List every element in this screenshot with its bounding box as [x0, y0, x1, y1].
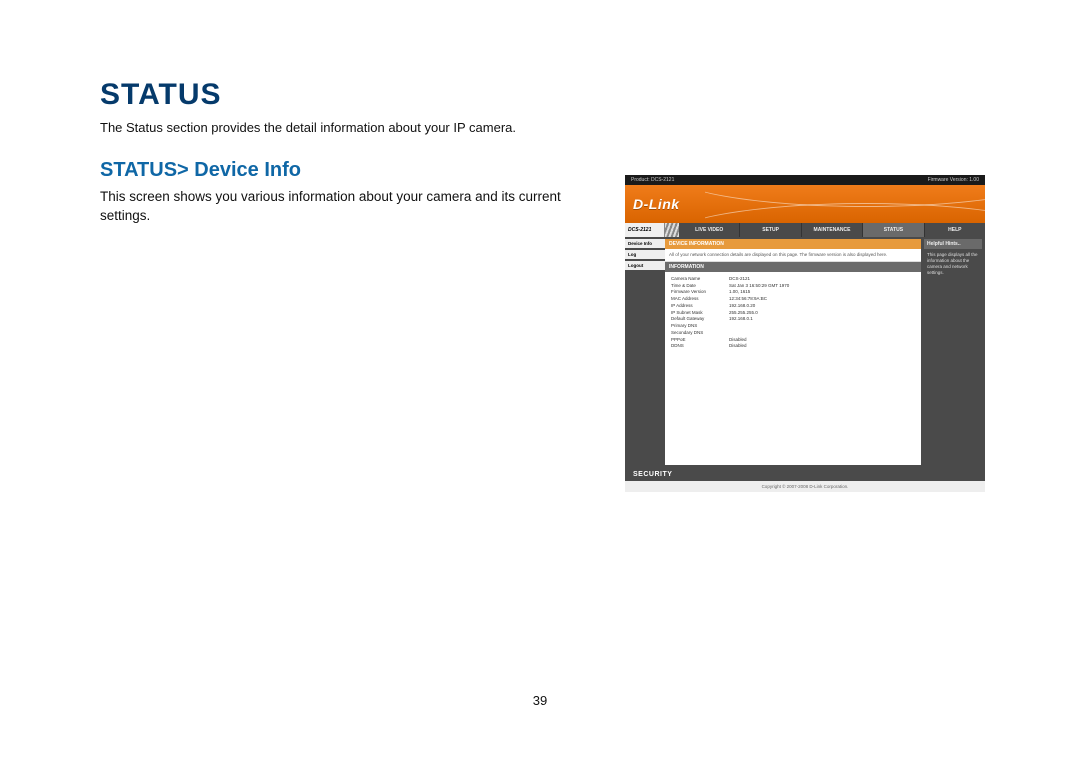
tab-setup[interactable]: SETUP — [740, 223, 801, 237]
info-label: PPPoE — [671, 337, 729, 344]
info-header: INFORMATION — [665, 262, 921, 272]
firmware-label: Firmware Version: 1.00 — [928, 177, 979, 183]
info-label: Primary DNS — [671, 323, 729, 330]
info-table: Camera NameDCS-2121 Time & DateSat Jan 3… — [665, 272, 921, 465]
info-value: 192.168.0.1 — [729, 316, 753, 323]
info-value: 192.168.0.20 — [729, 303, 755, 310]
page-number: 39 — [0, 693, 1080, 708]
sidebar-item-logout[interactable]: Logout — [625, 261, 665, 270]
page-intro: The Status section provides the detail i… — [100, 120, 985, 135]
info-label: Firmware Version — [671, 289, 729, 296]
info-value: 1.00, 1615 — [729, 289, 750, 296]
info-label: Time & Date — [671, 283, 729, 290]
info-label: MAC Address — [671, 296, 729, 303]
table-row: PPPoEDisabled — [671, 337, 915, 344]
product-label: Product: DCS-2121 — [631, 177, 674, 183]
info-value: Disabled — [729, 337, 747, 344]
table-row: DDNSDisabled — [671, 343, 915, 350]
info-value: DCS-2121 — [729, 276, 750, 283]
info-value: Sat Jan 3 16:50:29 GMT 1970 — [729, 283, 789, 290]
info-label: IP Address — [671, 303, 729, 310]
hints-body: This page displays all the information a… — [924, 249, 982, 278]
sidebar-item-log[interactable]: Log — [625, 250, 665, 259]
tab-help[interactable]: HELP — [925, 223, 985, 237]
info-value: 12:34:56:78:9A:BC — [729, 296, 767, 303]
tab-live-video[interactable]: LIVE VIDEO — [679, 223, 740, 237]
info-label: Default Gateway — [671, 316, 729, 323]
table-row: Camera NameDCS-2121 — [671, 276, 915, 283]
nav-tabs: DCS-2121 LIVE VIDEO SETUP MAINTENANCE ST… — [625, 223, 985, 237]
shot-topbar: Product: DCS-2121 Firmware Version: 1.00 — [625, 175, 985, 185]
info-label: Camera Name — [671, 276, 729, 283]
footer-security: SECURITY — [625, 467, 985, 481]
table-row: Secondary DNS — [671, 330, 915, 337]
table-row: IP Subnet Mask255.255.255.0 — [671, 310, 915, 317]
brand-swoosh-icon — [705, 185, 985, 223]
tab-maintenance[interactable]: MAINTENANCE — [802, 223, 863, 237]
embedded-screenshot: Product: DCS-2121 Firmware Version: 1.00… — [625, 175, 985, 492]
hints-panel: Helpful Hints.. This page displays all t… — [924, 239, 982, 465]
info-value: 255.255.255.0 — [729, 310, 758, 317]
brand-banner: D-Link — [625, 185, 985, 223]
page-heading: STATUS — [100, 78, 985, 112]
table-row: Primary DNS — [671, 323, 915, 330]
info-value: Disabled — [729, 343, 747, 350]
sidebar-item-device-info[interactable]: Device Info — [625, 239, 665, 248]
copyright: Copyright © 2007-2008 D-Link Corporation… — [625, 481, 985, 492]
info-label: DDNS — [671, 343, 729, 350]
sidebar: Device Info Log Logout — [625, 237, 665, 467]
info-label: Secondary DNS — [671, 330, 729, 337]
table-row: Default Gateway192.168.0.1 — [671, 316, 915, 323]
table-row: Firmware Version1.00, 1615 — [671, 289, 915, 296]
table-row: Time & DateSat Jan 3 16:50:29 GMT 1970 — [671, 283, 915, 290]
table-row: MAC Address12:34:56:78:9A:BC — [671, 296, 915, 303]
section-description: All of your network connection details a… — [665, 249, 921, 262]
tab-slash-icon — [665, 223, 679, 237]
tab-status[interactable]: STATUS — [863, 223, 924, 237]
section-desc: This screen shows you various informatio… — [100, 188, 610, 226]
section-header-device-info: DEVICE INFORMATION — [665, 239, 921, 249]
brand-logo: D-Link — [633, 196, 680, 212]
model-tab: DCS-2121 — [625, 223, 665, 237]
table-row: IP Address192.168.0.20 — [671, 303, 915, 310]
hints-header: Helpful Hints.. — [924, 239, 982, 249]
info-label: IP Subnet Mask — [671, 310, 729, 317]
content-panel: DEVICE INFORMATION All of your network c… — [665, 239, 921, 465]
